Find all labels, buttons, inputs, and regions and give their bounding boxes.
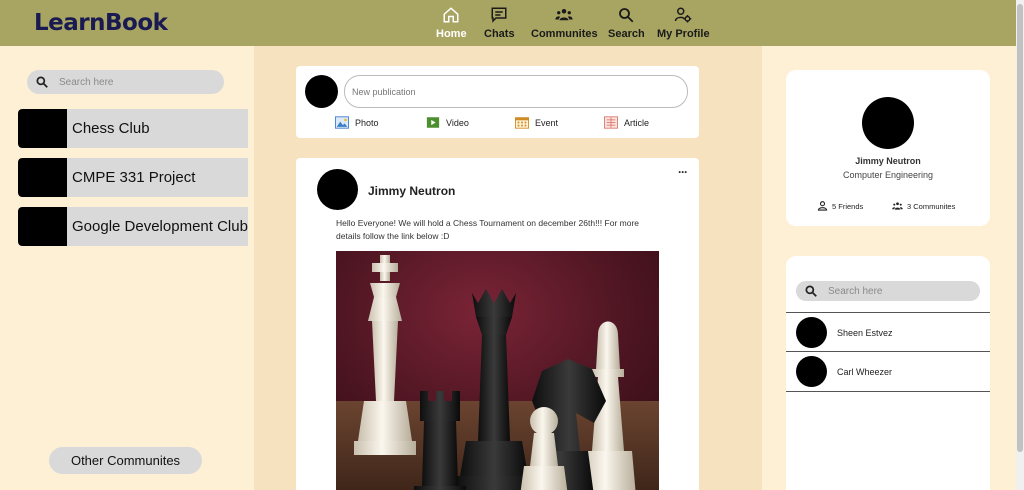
friend-avatar [796, 317, 827, 348]
scrollbar-thumb[interactable] [1017, 4, 1023, 452]
list-divider [786, 391, 990, 392]
community-thumbnail [18, 158, 67, 197]
friend-avatar [796, 356, 827, 387]
publication-composer: Photo Video Event Article [296, 66, 699, 138]
person-icon [817, 201, 828, 211]
nav-communities[interactable]: Communites [531, 6, 598, 40]
nav-home-label: Home [436, 28, 467, 40]
profile-settings-icon [675, 7, 692, 23]
nav-home[interactable]: Home [436, 6, 467, 40]
post-text: Hello Everyone! We will hold a Chess Tou… [336, 218, 639, 241]
event-button[interactable]: Event [515, 116, 558, 129]
photo-button[interactable]: Photo [335, 116, 379, 129]
post-author-name[interactable]: Jimmy Neutron [368, 184, 455, 198]
other-communities-button[interactable]: Other Communites [49, 447, 202, 474]
top-navigation-bar: LearnBook Home Chats Communites Search M… [0, 0, 1016, 46]
search-icon [36, 76, 48, 88]
search-icon [619, 8, 634, 23]
friend-search-input[interactable] [828, 285, 978, 297]
post-options-button[interactable]: ··· [678, 165, 688, 179]
community-search-input[interactable] [59, 76, 209, 88]
video-button[interactable]: Video [426, 116, 469, 129]
friends-count[interactable]: 5 Friends [817, 201, 863, 211]
community-thumbnail [18, 207, 67, 246]
community-name: Google Development Club [72, 218, 248, 235]
nav-my-profile[interactable]: My Profile [657, 6, 710, 40]
page-scrollbar[interactable] [1016, 0, 1024, 490]
nav-search-label: Search [608, 28, 645, 40]
post-author-avatar[interactable] [317, 169, 358, 210]
friend-name: Sheen Estvez [837, 327, 893, 338]
chat-icon [491, 7, 507, 23]
community-thumbnail [18, 109, 67, 148]
nav-my-profile-label: My Profile [657, 28, 710, 40]
home-icon [443, 7, 459, 23]
search-icon [805, 285, 817, 297]
chess-pieces-image [336, 251, 659, 490]
nav-communities-label: Communites [531, 28, 598, 40]
calendar-icon [515, 117, 529, 129]
community-name: CMPE 331 Project [72, 169, 196, 186]
community-item[interactable]: CMPE 331 Project [18, 158, 248, 197]
nav-chats-label: Chats [484, 28, 515, 40]
article-button[interactable]: Article [604, 116, 649, 129]
new-publication-input[interactable] [344, 75, 688, 108]
communities-count-label: 3 Communites [907, 201, 956, 211]
photo-icon [335, 116, 349, 129]
video-icon [426, 117, 440, 128]
community-name: Chess Club [72, 120, 150, 137]
community-item[interactable]: Chess Club [18, 109, 248, 148]
communities-icon [555, 9, 573, 21]
nav-search[interactable]: Search [608, 6, 645, 40]
feed-post: Jimmy Neutron ··· Hello Everyone! We wil… [296, 158, 699, 490]
friends-count-label: 5 Friends [832, 201, 864, 211]
nav-chats[interactable]: Chats [484, 6, 515, 40]
community-search-bar[interactable] [27, 70, 224, 94]
community-item[interactable]: Google Development Club [18, 207, 248, 246]
profile-department: Computer Engineering [842, 170, 934, 180]
article-label: Article [624, 117, 650, 128]
video-label: Video [446, 117, 469, 128]
profile-card: Jimmy Neutron Computer Engineering 5 Fri… [786, 70, 990, 226]
communities-icon [892, 202, 903, 210]
communities-count[interactable]: 3 Communites [892, 201, 955, 211]
friend-item[interactable]: Sheen Estvez [786, 312, 990, 352]
friend-item[interactable]: Carl Wheezer [786, 351, 990, 391]
article-icon [604, 116, 618, 129]
avatar [305, 75, 338, 108]
event-label: Event [535, 117, 559, 128]
app-logo[interactable]: LearnBook [34, 10, 168, 36]
friend-search-bar[interactable] [796, 281, 980, 301]
profile-name[interactable]: Jimmy Neutron [786, 156, 990, 166]
photo-label: Photo [355, 117, 379, 128]
profile-avatar[interactable] [862, 97, 914, 149]
friend-name: Carl Wheezer [837, 366, 893, 377]
friends-panel: Sheen Estvez Carl Wheezer [786, 256, 990, 490]
